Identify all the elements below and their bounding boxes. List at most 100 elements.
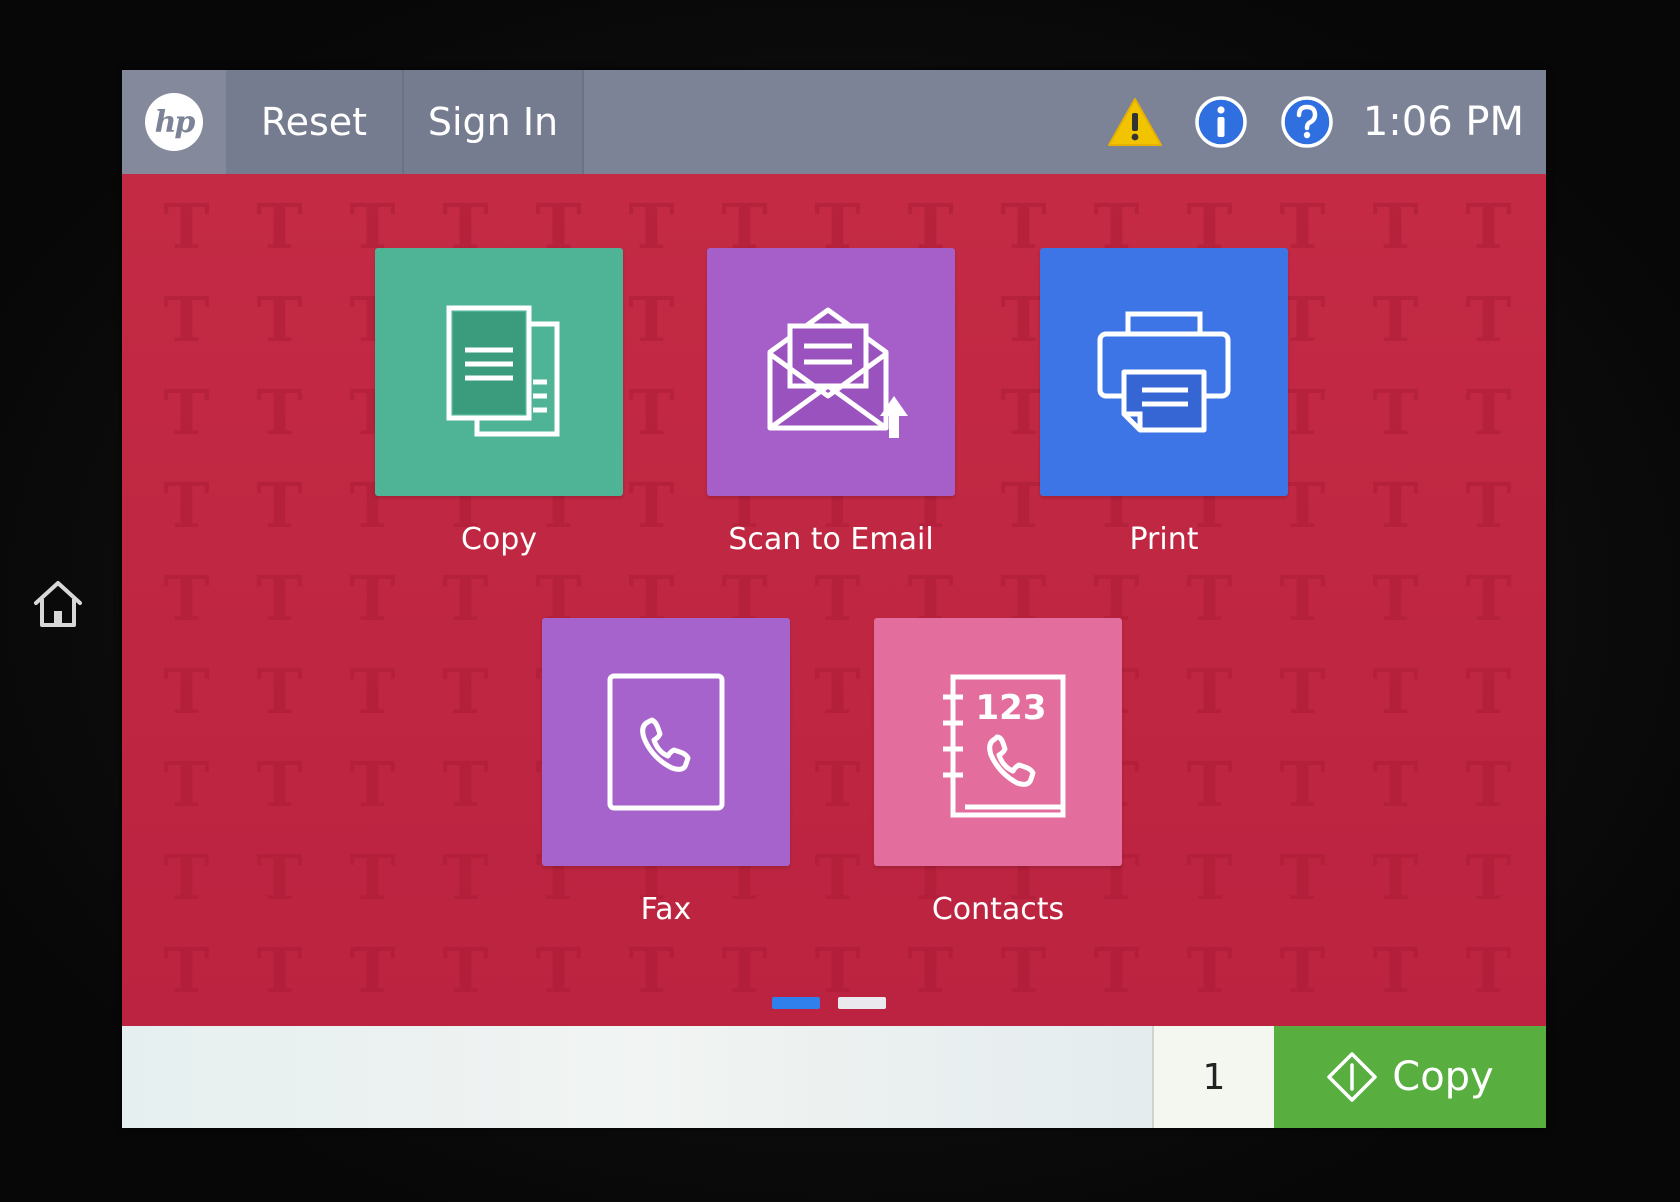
wallpaper-glyph: T — [1372, 655, 1419, 728]
wallpaper-glyph: T — [1186, 655, 1233, 728]
page-indicator — [772, 997, 886, 1009]
reset-button[interactable]: Reset — [226, 70, 404, 174]
info-icon[interactable] — [1193, 94, 1249, 150]
wallpaper-glyph: T — [535, 934, 582, 1007]
wallpaper-glyph: T — [163, 934, 210, 1007]
warning-icon[interactable] — [1107, 94, 1163, 150]
print-app-tile[interactable] — [1040, 248, 1288, 496]
wallpaper-glyph: T — [1372, 934, 1419, 1007]
wallpaper-glyph: T — [256, 469, 303, 542]
contacts-icon: 123 — [943, 674, 1066, 818]
wallpaper-glyph: T — [1465, 748, 1512, 821]
wallpaper-glyph: T — [1465, 934, 1512, 1007]
wallpaper-glyph: T — [1465, 190, 1512, 263]
wallpaper-glyph: T — [1093, 934, 1140, 1007]
start-copy-label: Copy — [1392, 1054, 1494, 1100]
wallpaper-glyph: T — [1279, 655, 1326, 728]
scan-to-email-app-label: Scan to Email — [728, 522, 934, 557]
contacts-icon-number: 123 — [976, 688, 1047, 728]
wallpaper-glyph: T — [1372, 283, 1419, 356]
wallpaper-glyph: T — [1279, 841, 1326, 914]
wallpaper-glyph: T — [1465, 376, 1512, 449]
wallpaper-glyph: T — [256, 841, 303, 914]
wallpaper-glyph: T — [814, 562, 861, 635]
wallpaper-glyph: T — [1186, 562, 1233, 635]
bottom-bar: 1 Copy — [122, 1026, 1546, 1128]
wallpaper-glyph: T — [349, 562, 396, 635]
touch-screen: hp Reset Sign In 1:06 PM T T T T T T T T… — [122, 70, 1546, 1128]
fax-app-label: Fax — [640, 892, 692, 927]
hp-logo: hp — [145, 93, 203, 151]
hp-logo-text: hp — [154, 104, 196, 140]
wallpaper-glyph: T — [256, 748, 303, 821]
start-icon — [1327, 1052, 1378, 1102]
wallpaper-glyph: T — [442, 934, 489, 1007]
wallpaper-glyph: T — [163, 376, 210, 449]
wallpaper-glyph: T — [1372, 469, 1419, 542]
wallpaper-glyph: T — [1279, 562, 1326, 635]
wallpaper-glyph: T — [163, 283, 210, 356]
wallpaper-glyph: T — [163, 748, 210, 821]
wallpaper-glyph: T — [1465, 283, 1512, 356]
wallpaper-glyph: T — [256, 283, 303, 356]
wallpaper-glyph: T — [163, 469, 210, 542]
scan-to-email-app-tile[interactable] — [707, 248, 955, 496]
copies-count-field[interactable]: 1 — [1152, 1026, 1274, 1128]
wallpaper-glyph: T — [1279, 748, 1326, 821]
wallpaper-glyph: T — [349, 748, 396, 821]
wallpaper-glyph: T — [1465, 841, 1512, 914]
wallpaper-glyph: T — [256, 190, 303, 263]
wallpaper-glyph: T — [163, 841, 210, 914]
wallpaper-glyph: T — [1372, 841, 1419, 914]
wallpaper-glyph: T — [814, 655, 861, 728]
wallpaper-glyph: T — [1465, 655, 1512, 728]
wallpaper-glyph: T — [442, 562, 489, 635]
contacts-app-label: Contacts — [931, 892, 1065, 927]
copy-icon — [446, 305, 560, 437]
wallpaper-glyph: T — [1465, 562, 1512, 635]
wallpaper-glyph: T — [349, 934, 396, 1007]
top-bar: hp Reset Sign In 1:06 PM — [122, 70, 1546, 174]
wallpaper-glyph: T — [1279, 934, 1326, 1007]
scan-to-email-icon — [767, 307, 908, 438]
hp-logo-button[interactable]: hp — [122, 70, 226, 174]
wallpaper-glyph: T — [442, 655, 489, 728]
print-icon — [1097, 311, 1231, 433]
wallpaper-glyph: T — [1186, 934, 1233, 1007]
wallpaper-glyph: T — [1372, 562, 1419, 635]
wallpaper-glyph: T — [256, 562, 303, 635]
wallpaper-glyph: T — [256, 376, 303, 449]
print-app-label: Print — [1129, 522, 1199, 557]
wallpaper-glyph: T — [163, 190, 210, 263]
wallpaper-glyph: T — [163, 655, 210, 728]
wallpaper-glyph: T — [349, 841, 396, 914]
wallpaper-glyph: T — [163, 562, 210, 635]
wallpaper-glyph: T — [442, 841, 489, 914]
wallpaper-glyph: T — [442, 748, 489, 821]
wallpaper-glyph: T — [1186, 748, 1233, 821]
wallpaper-glyph: T — [1372, 376, 1419, 449]
copy-app-label: Copy — [460, 522, 538, 557]
wallpaper-glyph: T — [1372, 190, 1419, 263]
wallpaper-glyph: T — [1186, 841, 1233, 914]
page-dot[interactable] — [772, 997, 820, 1009]
wallpaper-glyph: T — [1000, 934, 1047, 1007]
sign-in-button[interactable]: Sign In — [404, 70, 584, 174]
wallpaper-glyph: T — [1465, 469, 1512, 542]
wallpaper-glyph: T — [1372, 748, 1419, 821]
wallpaper-glyph: T — [907, 934, 954, 1007]
fax-app-tile[interactable] — [542, 618, 790, 866]
wallpaper-glyph: T — [349, 655, 396, 728]
wallpaper-glyph: T — [814, 748, 861, 821]
wallpaper-glyph: T — [628, 934, 675, 1007]
help-icon[interactable] — [1279, 94, 1335, 150]
contacts-app-tile[interactable]: 123 — [874, 618, 1122, 866]
home-icon[interactable] — [30, 575, 86, 631]
status-message-area — [122, 1026, 1152, 1128]
wallpaper-glyph: T — [256, 655, 303, 728]
start-copy-button[interactable]: Copy — [1274, 1026, 1546, 1128]
copy-app-tile[interactable] — [375, 248, 623, 496]
fax-icon — [607, 673, 725, 811]
wallpaper-glyph: T — [256, 934, 303, 1007]
page-dot[interactable] — [838, 997, 886, 1009]
